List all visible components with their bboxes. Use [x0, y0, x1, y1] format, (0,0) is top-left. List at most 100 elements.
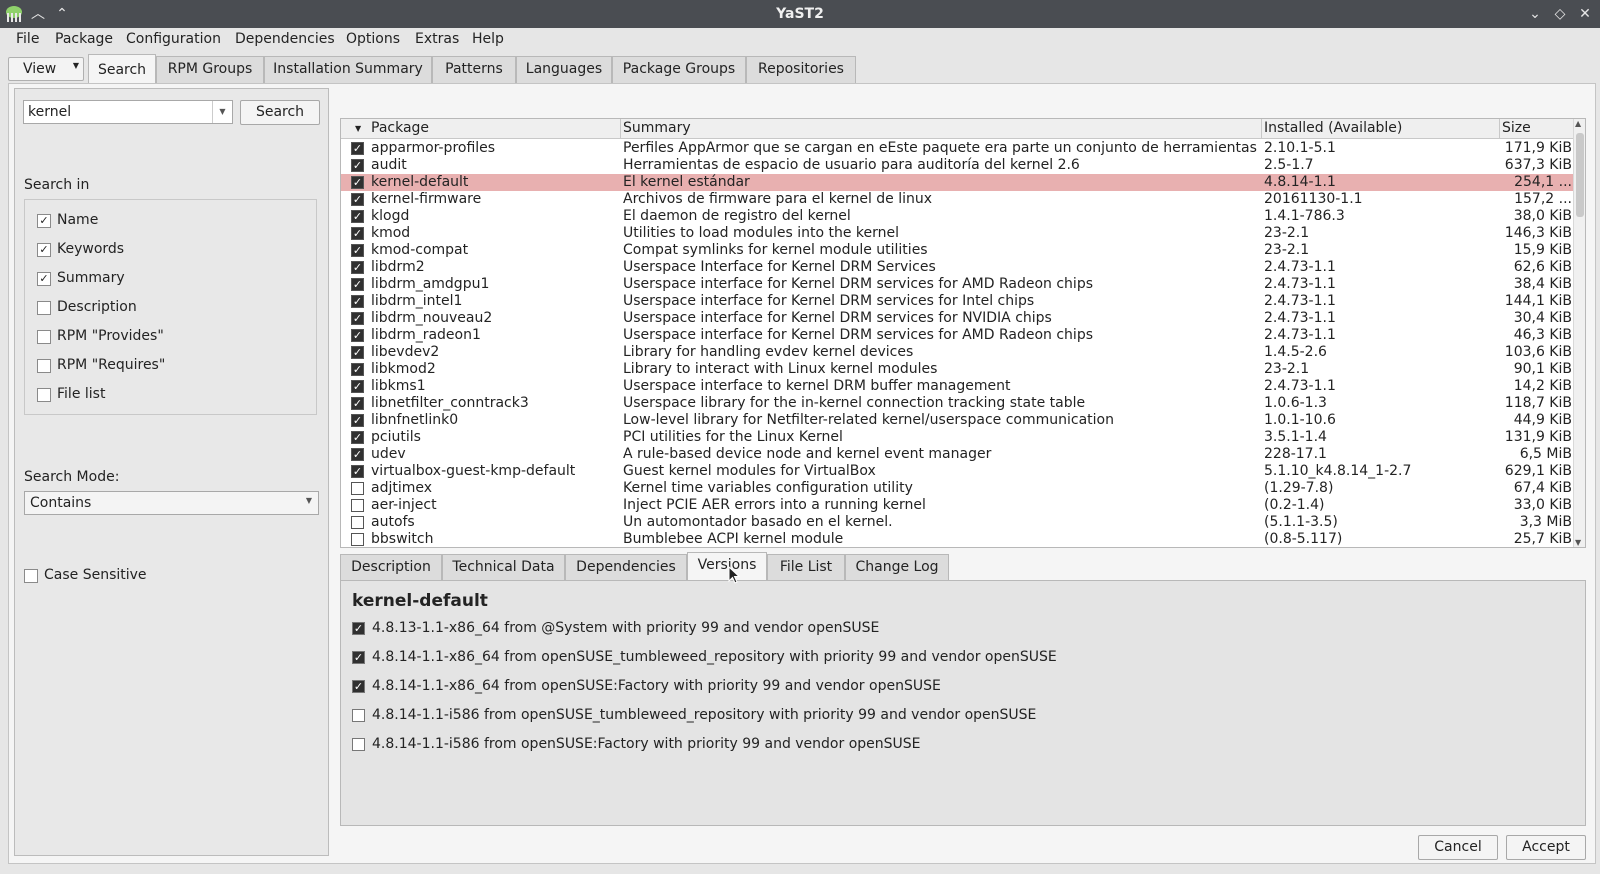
- version-checkbox[interactable]: ✓: [352, 680, 365, 693]
- package-status-checkbox[interactable]: ✓: [351, 295, 364, 308]
- sort-arrow-icon[interactable]: ▼: [355, 124, 361, 133]
- table-row[interactable]: bbswitch Bumblebee ACPI kernel module (0.8…: [341, 531, 1575, 547]
- checkbox[interactable]: [37, 330, 51, 344]
- tab-versions[interactable]: Versions: [687, 552, 767, 581]
- table-row[interactable]: adjtimex Kernel time variables configurat…: [341, 480, 1575, 497]
- dropdown-arrow-icon[interactable]: ▼: [212, 101, 232, 123]
- scroll-up-icon[interactable]: ▲: [1575, 119, 1581, 128]
- search-button[interactable]: Search: [240, 100, 320, 125]
- package-status-checkbox[interactable]: [351, 533, 364, 546]
- checkbox[interactable]: [37, 301, 51, 315]
- version-checkbox[interactable]: ✓: [352, 651, 365, 664]
- table-row[interactable]: ✓ libdrm_nouveau2 Userspace interface for …: [341, 310, 1575, 327]
- table-row[interactable]: ✓ libdrm_intel1 Userspace interface for Ke…: [341, 293, 1575, 310]
- checkbox[interactable]: ✓: [37, 243, 51, 257]
- table-row[interactable]: ✓ apparmor-profiles Perfiles AppArmor que …: [341, 140, 1575, 157]
- tab-dependencies[interactable]: Dependencies: [565, 554, 687, 580]
- table-row[interactable]: ✓ klogd El daemon de registro del kernel 1.…: [341, 208, 1575, 225]
- tab-rpm-groups[interactable]: RPM Groups: [156, 56, 264, 83]
- checkbox[interactable]: ✓: [37, 214, 51, 228]
- package-status-checkbox[interactable]: ✓: [351, 346, 364, 359]
- menu-dependencies[interactable]: Dependencies: [235, 31, 335, 47]
- scroll-down-icon[interactable]: ▼: [1575, 538, 1581, 547]
- package-status-checkbox[interactable]: ✓: [351, 397, 364, 410]
- package-status-checkbox[interactable]: ✓: [351, 448, 364, 461]
- table-row[interactable]: ✓ libdrm_radeon1 Userspace interface for K…: [341, 327, 1575, 344]
- tab-installation-summary[interactable]: Installation Summary: [264, 56, 432, 83]
- menu-configuration[interactable]: Configuration: [126, 31, 221, 47]
- package-status-checkbox[interactable]: ✓: [351, 431, 364, 444]
- table-row[interactable]: ✓ libkms1 Userspace interface to kernel DR…: [341, 378, 1575, 395]
- table-row[interactable]: autofs Un automontador basado en el kerne…: [341, 514, 1575, 531]
- package-status-checkbox[interactable]: ✓: [351, 312, 364, 325]
- package-status-checkbox[interactable]: ✓: [351, 380, 364, 393]
- accept-button[interactable]: Accept: [1506, 835, 1586, 860]
- table-row[interactable]: ✓ pciutils PCI utilities for the Linux Ker…: [341, 429, 1575, 446]
- table-row[interactable]: aer-inject Inject PCIE AER errors into a …: [341, 497, 1575, 514]
- menu-file[interactable]: File: [16, 31, 39, 47]
- tab-patterns[interactable]: Patterns: [432, 56, 516, 83]
- package-status-checkbox[interactable]: ✓: [351, 278, 364, 291]
- table-row[interactable]: ✓ libevdev2 Library for handling evdev ker…: [341, 344, 1575, 361]
- tab-file-list[interactable]: File List: [767, 554, 845, 580]
- table-row[interactable]: ✓ udev A rule-based device node and kernel…: [341, 446, 1575, 463]
- package-status-checkbox[interactable]: ✓: [351, 176, 364, 189]
- package-status-checkbox[interactable]: [351, 499, 364, 512]
- package-status-checkbox[interactable]: [351, 516, 364, 529]
- menu-package[interactable]: Package: [55, 31, 113, 47]
- checkbox[interactable]: [37, 359, 51, 373]
- close-icon[interactable]: ✕: [1575, 4, 1595, 24]
- tab-package-groups[interactable]: Package Groups: [612, 56, 746, 83]
- maximize-icon[interactable]: ◇: [1550, 4, 1570, 24]
- table-row[interactable]: ✓ kmod Utilities to load modules into the …: [341, 225, 1575, 242]
- checkbox[interactable]: [24, 569, 38, 583]
- table-row[interactable]: ✓ kernel-firmware Archivos de firmware par…: [341, 191, 1575, 208]
- column-package[interactable]: Package: [371, 120, 429, 136]
- package-status-checkbox[interactable]: ✓: [351, 329, 364, 342]
- table-row[interactable]: ✓ libnetfilter_conntrack3 Userspace librar…: [341, 395, 1575, 412]
- checkbox[interactable]: ✓: [37, 272, 51, 286]
- cancel-button[interactable]: Cancel: [1418, 835, 1498, 860]
- menu-extras[interactable]: Extras: [415, 31, 459, 47]
- tab-description[interactable]: Description: [340, 554, 442, 580]
- column-size[interactable]: Size: [1502, 120, 1531, 136]
- table-row[interactable]: ✓ kmod-compat Compat symlinks for kernel m…: [341, 242, 1575, 259]
- package-status-checkbox[interactable]: ✓: [351, 465, 364, 478]
- version-checkbox[interactable]: [352, 709, 365, 722]
- package-status-checkbox[interactable]: [351, 482, 364, 495]
- menu-help[interactable]: Help: [472, 31, 504, 47]
- table-row[interactable]: ✓ libkmod2 Library to interact with Linux …: [341, 361, 1575, 378]
- package-status-checkbox[interactable]: ✓: [351, 193, 364, 206]
- tab-search[interactable]: Search: [88, 54, 156, 84]
- view-menu-button[interactable]: View ▼: [8, 57, 84, 81]
- tab-languages[interactable]: Languages: [516, 56, 612, 83]
- table-scrollbar[interactable]: ▲ ▼: [1573, 119, 1585, 547]
- search-mode-select[interactable]: Contains ▼: [24, 491, 319, 515]
- tab-repositories[interactable]: Repositories: [746, 56, 856, 83]
- checkbox[interactable]: [37, 388, 51, 402]
- package-status-checkbox[interactable]: ✓: [351, 261, 364, 274]
- search-input[interactable]: kernel ▼: [23, 100, 233, 124]
- package-status-checkbox[interactable]: ✓: [351, 244, 364, 257]
- package-status-checkbox[interactable]: ✓: [351, 414, 364, 427]
- package-table[interactable]: ▼ Package Summary Installed (Available) …: [340, 118, 1586, 548]
- table-row[interactable]: ✓ kernel-default El kernel estándar 4.8.14-…: [341, 174, 1575, 191]
- package-status-checkbox[interactable]: ✓: [351, 210, 364, 223]
- version-checkbox[interactable]: ✓: [352, 622, 365, 635]
- scroll-thumb[interactable]: [1576, 133, 1584, 217]
- column-installed[interactable]: Installed (Available): [1264, 120, 1402, 136]
- package-status-checkbox[interactable]: ✓: [351, 227, 364, 240]
- table-row[interactable]: ✓ virtualbox-guest-kmp-default Guest kerne…: [341, 463, 1575, 480]
- package-status-checkbox[interactable]: ✓: [351, 363, 364, 376]
- column-summary[interactable]: Summary: [623, 120, 691, 136]
- tab-change-log[interactable]: Change Log: [845, 554, 949, 580]
- menu-options[interactable]: Options: [346, 31, 400, 47]
- table-row[interactable]: ✓ audit Herramientas de espacio de usuario…: [341, 157, 1575, 174]
- version-checkbox[interactable]: [352, 738, 365, 751]
- package-status-checkbox[interactable]: ✓: [351, 142, 364, 155]
- minimize-icon[interactable]: ⌄: [1525, 4, 1545, 24]
- table-row[interactable]: ✓ libdrm_amdgpu1 Userspace interface for K…: [341, 276, 1575, 293]
- package-status-checkbox[interactable]: ✓: [351, 159, 364, 172]
- table-row[interactable]: ✓ libdrm2 Userspace Interface for Kernel D…: [341, 259, 1575, 276]
- table-row[interactable]: ✓ libnfnetlink0 Low-level library for Netf…: [341, 412, 1575, 429]
